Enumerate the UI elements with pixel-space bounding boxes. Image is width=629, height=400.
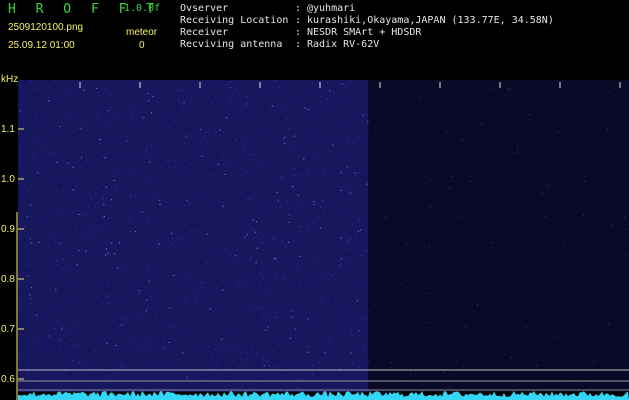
y-tick-label: 0.8 bbox=[1, 274, 15, 285]
spectrogram-idle-region bbox=[368, 80, 629, 392]
info-sep: : bbox=[295, 39, 302, 50]
app-version: 1.0.0f bbox=[124, 3, 161, 14]
info-key: Recviving antenna bbox=[180, 39, 283, 50]
spectrogram-active-region bbox=[18, 80, 368, 392]
info-sep: : bbox=[295, 27, 302, 38]
y-tick-label: 1.0 bbox=[1, 174, 15, 185]
y-tick-label: 0.9 bbox=[1, 224, 15, 235]
y-tick-label: 1.1 bbox=[1, 124, 15, 135]
capture-datetime: 25.09.12 01:00 bbox=[8, 40, 75, 51]
info-key: Ovserver bbox=[180, 3, 229, 14]
info-value: NESDR SMArt + HDSDR bbox=[307, 27, 422, 38]
y-tick-label: 0.6 bbox=[1, 374, 15, 385]
spectrogram-plot bbox=[16, 80, 629, 400]
info-sep: : bbox=[295, 15, 302, 26]
info-value: @yuhmari bbox=[307, 3, 356, 14]
meteor-label: meteor bbox=[126, 27, 158, 38]
info-value: kurashiki,Okayama,JAPAN (133.77E, 34.58N… bbox=[307, 15, 554, 26]
info-key: Receiving Location bbox=[180, 15, 289, 26]
y-tick-label: 0.7 bbox=[1, 324, 15, 335]
meteor-count: 0 bbox=[139, 40, 145, 51]
info-sep: : bbox=[295, 3, 302, 14]
info-value: Radix RV-62V bbox=[307, 39, 380, 50]
signal-level-trace bbox=[18, 391, 629, 400]
info-key: Receiver bbox=[180, 27, 229, 38]
image-filename: 2509120100.png bbox=[8, 22, 84, 33]
